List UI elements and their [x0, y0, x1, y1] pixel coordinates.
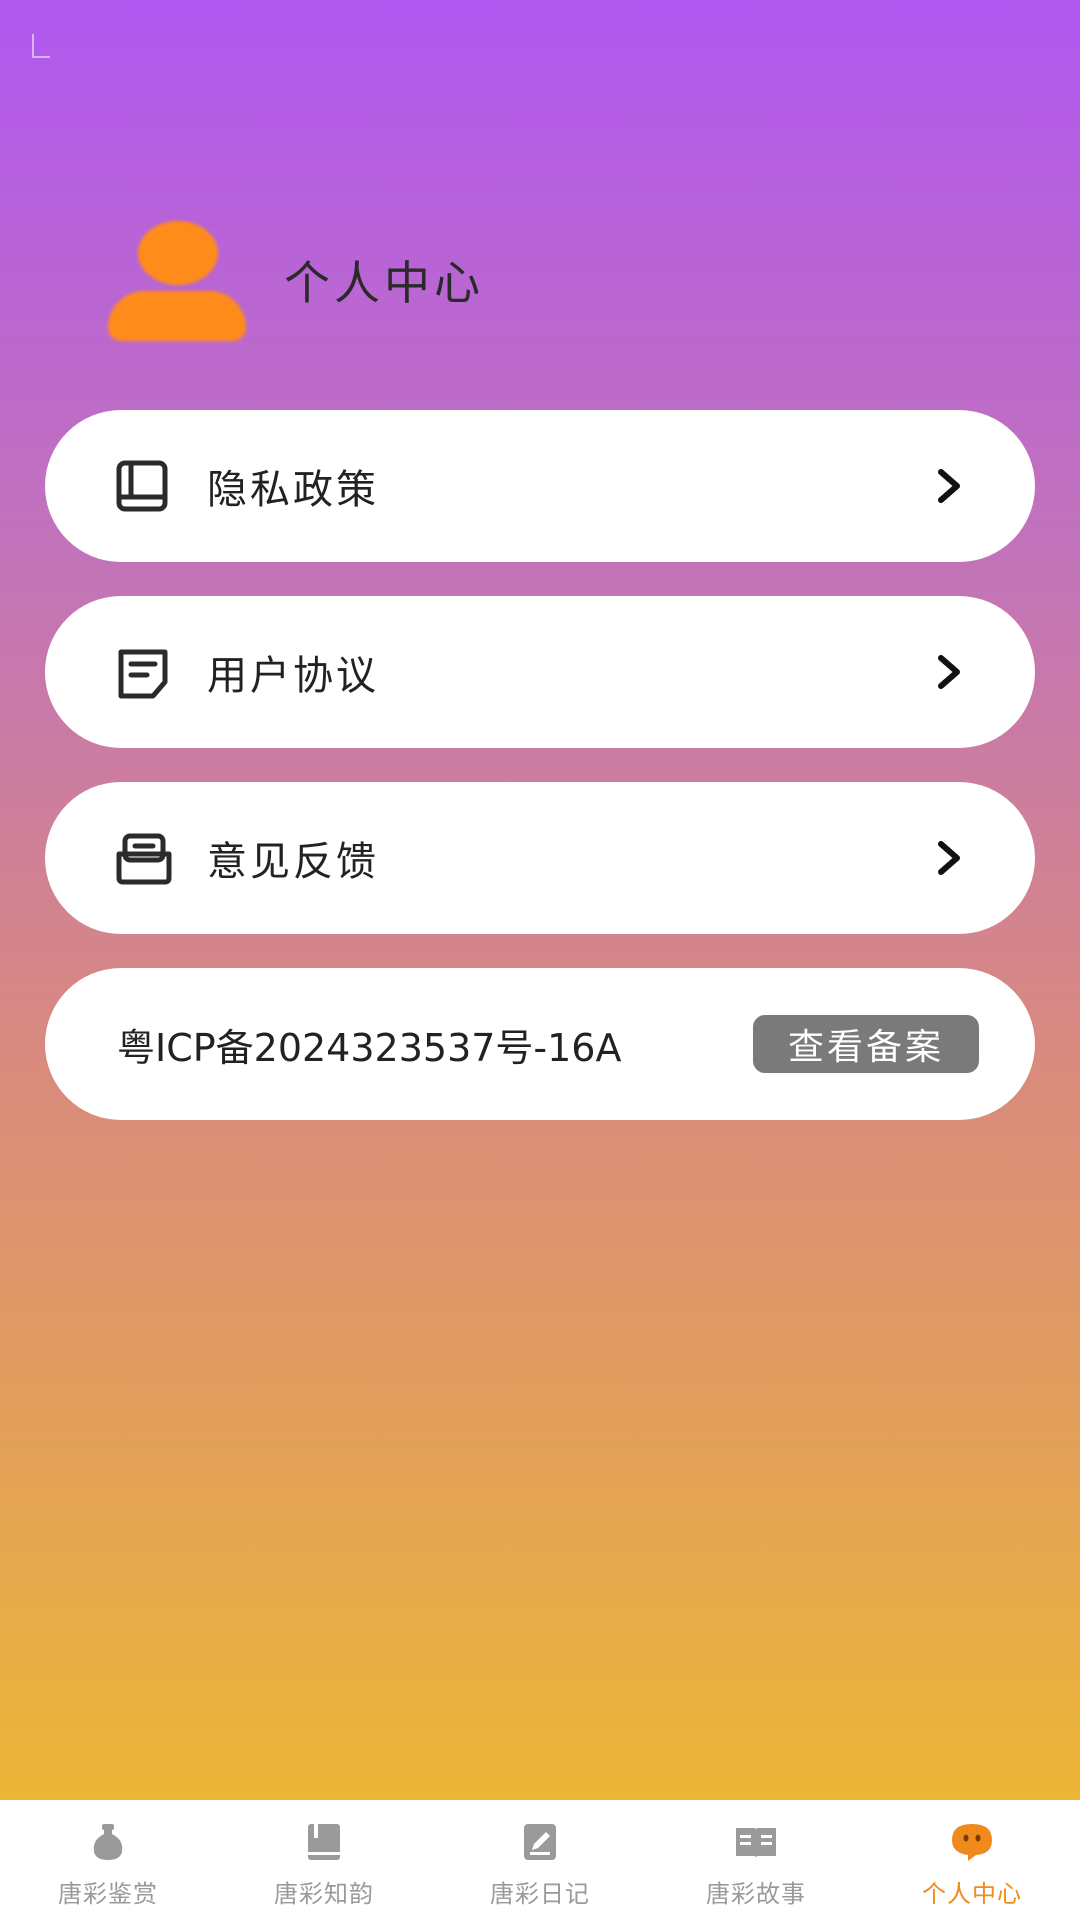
tab-appreciation[interactable]: 唐彩鉴赏 — [0, 1800, 216, 1920]
avatar-head — [138, 221, 218, 285]
avatar[interactable] — [104, 215, 248, 345]
chevron-right-icon — [938, 841, 960, 875]
page-title: 个人中心 — [284, 256, 484, 310]
bottom-tab-bar: 唐彩鉴赏 唐彩知韵 唐彩日记 唐彩故事 个人中心 — [0, 1800, 1080, 1920]
menu-item-feedback[interactable]: 意见反馈 — [45, 782, 1035, 934]
tab-profile[interactable]: 个人中心 — [864, 1800, 1080, 1920]
icp-record-card: 粤ICP备2024323537号-16A 查看备案 — [45, 968, 1035, 1120]
view-record-button[interactable]: 查看备案 — [753, 1015, 979, 1073]
profile-header: 个人中心 — [104, 210, 484, 350]
tab-label: 唐彩知韵 — [274, 1880, 374, 1908]
tab-knowledge[interactable]: 唐彩知韵 — [216, 1800, 432, 1920]
book-icon — [116, 460, 168, 512]
edit-icon — [524, 1824, 556, 1860]
chevron-right-icon — [938, 469, 960, 503]
tab-label: 唐彩故事 — [706, 1880, 806, 1908]
chat-face-icon — [952, 1824, 992, 1861]
tab-stories[interactable]: 唐彩故事 — [648, 1800, 864, 1920]
menu-item-label: 隐私政策 — [207, 467, 379, 513]
chevron-right-icon — [938, 655, 960, 689]
menu-item-label: 意见反馈 — [207, 839, 379, 885]
vase-icon — [93, 1824, 123, 1860]
icp-number: 粤ICP备2024323537号-16A — [117, 1025, 622, 1070]
tab-label: 唐彩鉴赏 — [58, 1880, 158, 1908]
menu-item-privacy-policy[interactable]: 隐私政策 — [45, 410, 1035, 562]
tab-label: 唐彩日记 — [490, 1880, 590, 1908]
open-book-icon — [736, 1828, 776, 1858]
screen: 个人中心 隐私政策 用户协议 意见反馈 粤ICP备2024323537号-16A… — [0, 0, 1080, 1920]
menu-item-label: 用户协议 — [207, 653, 379, 699]
tab-label: 个人中心 — [922, 1880, 1022, 1908]
book-icon — [308, 1824, 340, 1860]
avatar-body — [108, 291, 246, 341]
tab-diary[interactable]: 唐彩日记 — [432, 1800, 648, 1920]
inbox-icon — [116, 833, 172, 885]
status-indicator — [32, 34, 50, 58]
menu-item-user-agreement[interactable]: 用户协议 — [45, 596, 1035, 748]
document-icon — [118, 649, 168, 699]
